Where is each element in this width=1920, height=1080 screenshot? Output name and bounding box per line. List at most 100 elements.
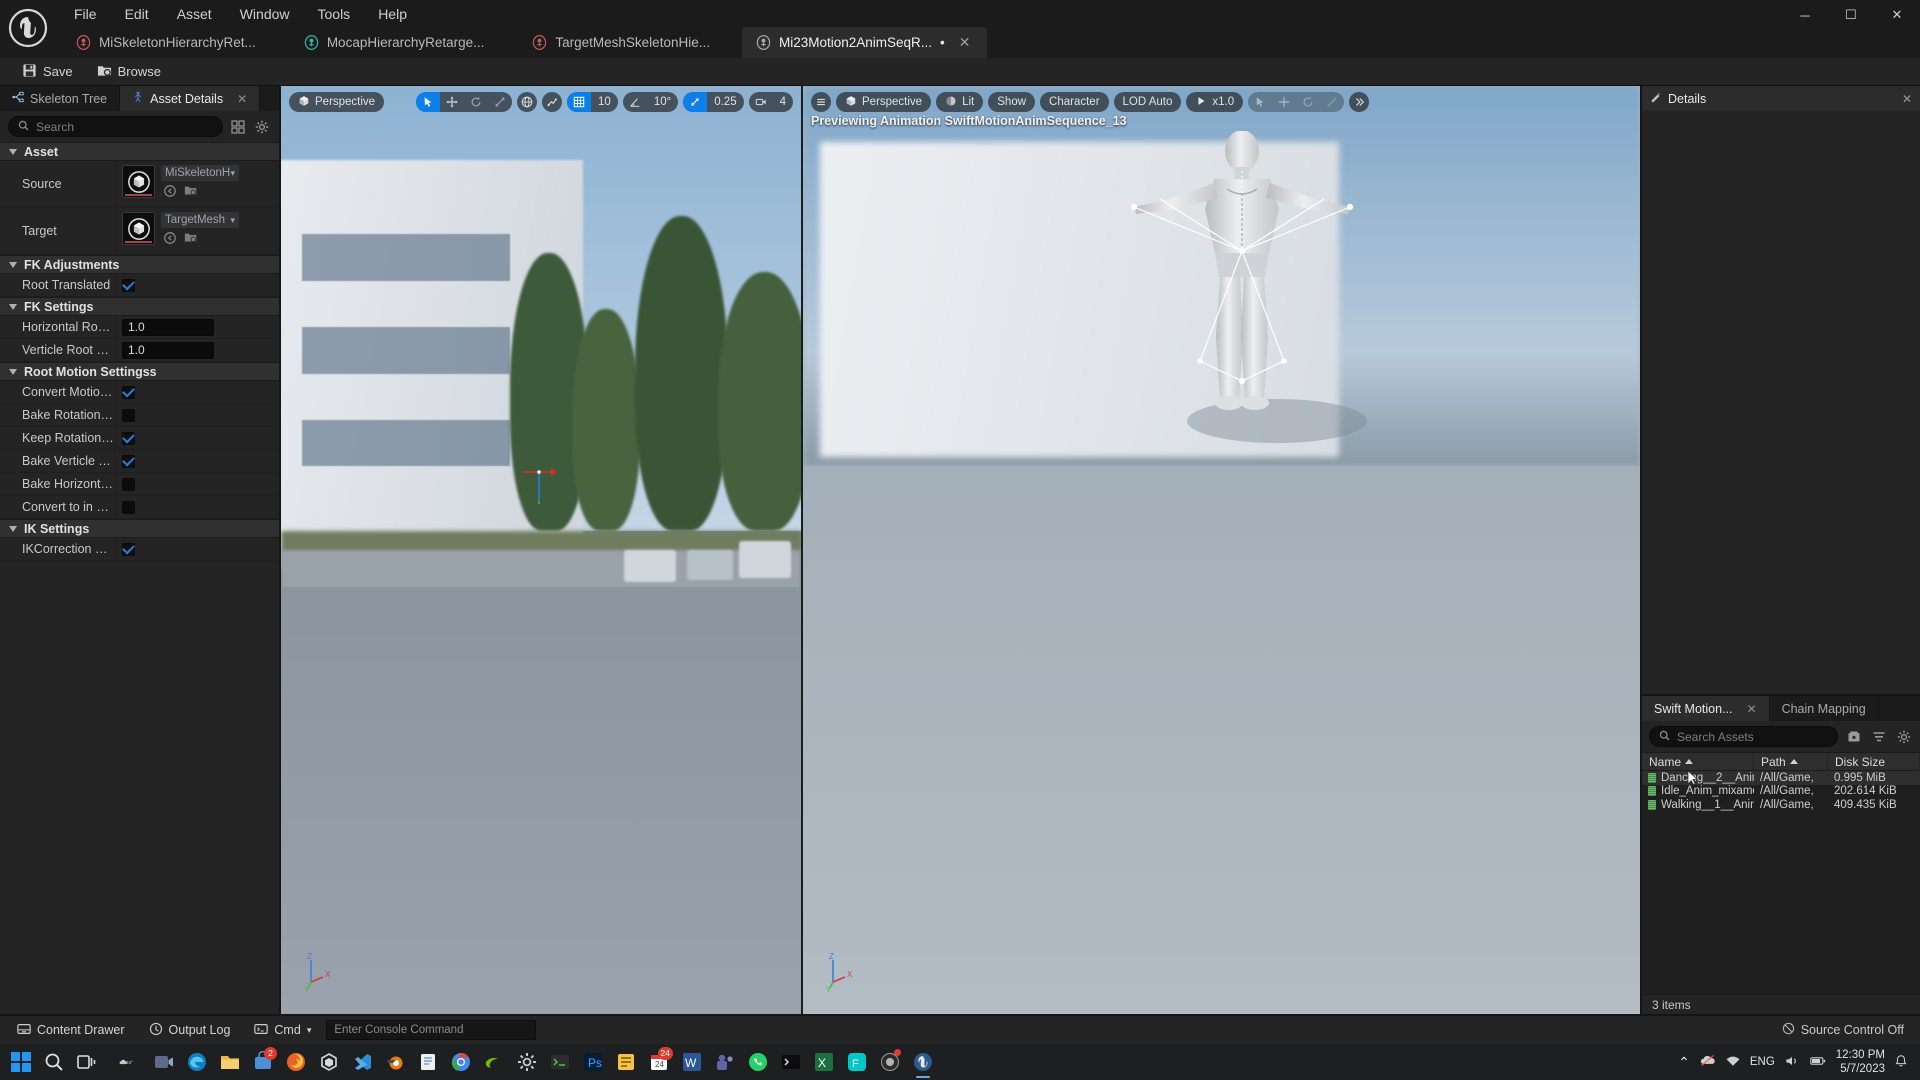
document-tab-mi23motion2animseq[interactable]: Mi23Motion2AnimSeqR... • ✕ [741,27,987,58]
browse-to-asset-icon[interactable] [163,184,177,201]
tray-onedrive-icon[interactable] [1699,1052,1716,1072]
rotate-tool-icon[interactable] [1296,92,1320,112]
viewport-menu-icon[interactable] [811,92,831,112]
weather-widget[interactable]: 24° [103,1046,147,1079]
import-icon[interactable] [1845,728,1863,746]
horizontal-root-offset-input[interactable]: 1.0 [122,318,214,336]
tab-swift-motion[interactable]: Swift Motion... ✕ [1642,696,1770,721]
scale-snap-value[interactable]: 0.25 [707,92,743,112]
select-tool-icon[interactable] [416,92,441,112]
browse-to-asset-icon[interactable] [163,231,177,248]
document-tab-targetmesh[interactable]: TargetMeshSkeletonHie... [518,27,726,58]
taskbar-clock[interactable]: 12:30 PM 5/7/2023 [1836,1048,1885,1077]
davinci-icon[interactable] [873,1046,906,1079]
grid-view-icon[interactable] [229,118,247,136]
settings-gear-icon[interactable] [1895,728,1913,746]
whatsapp-icon[interactable] [741,1046,774,1079]
tray-chevron-up-icon[interactable]: ⌃ [1678,1054,1690,1071]
transform-gizmo[interactable] [517,458,573,514]
tab-skeleton-tree[interactable]: Skeleton Tree [0,86,121,111]
photoshop-icon[interactable]: Ps [576,1046,609,1079]
menu-file[interactable]: File [60,3,111,25]
tab-asset-details[interactable]: Asset Details ✕ [120,86,261,111]
menu-edit[interactable]: Edit [111,3,163,25]
scale-tool-icon[interactable] [1320,92,1344,112]
column-header-name[interactable]: Name [1642,753,1754,770]
edge-browser-icon[interactable] [180,1046,213,1079]
tab-asset-details-close-icon[interactable]: ✕ [237,92,247,106]
chrome-icon[interactable] [444,1046,477,1079]
viewport-perspective-button[interactable]: Perspective [289,92,385,112]
source-asset-dropdown[interactable]: MiSkeletonH ▾ [161,165,239,181]
asset-search-box[interactable] [1649,726,1838,747]
table-row[interactable]: Walking__1__Anim /All/Game, 409.435 KiB [1642,798,1920,812]
bake-horizontal-translation-checkbox[interactable] [122,477,135,491]
close-button[interactable]: ✕ [1874,0,1920,30]
tray-battery-icon[interactable] [1809,1053,1827,1072]
settings-icon[interactable] [510,1046,543,1079]
document-tab-close-icon[interactable]: ✕ [959,34,971,51]
viewport-source[interactable]: Perspective 10 10° 0.25 4 Z X Y [281,86,801,1014]
viewport-target-perspective-button[interactable]: Perspective [836,92,932,112]
move-tool-icon[interactable] [1272,92,1296,112]
mesh-thumbnail-icon[interactable] [122,212,155,245]
target-asset-dropdown[interactable]: TargetMesh ▾ [161,212,239,228]
viewport-playrate-button[interactable]: x1.0 [1186,92,1244,112]
blender-icon[interactable] [378,1046,411,1079]
folder-search-icon[interactable] [184,184,198,201]
tray-network-icon[interactable] [1725,1053,1741,1072]
start-button[interactable] [4,1046,37,1079]
mesh-thumbnail-icon[interactable] [122,165,155,198]
surface-snap-icon[interactable] [542,92,563,112]
tray-volume-icon[interactable] [1784,1053,1800,1072]
cmd-icon[interactable] [774,1046,807,1079]
column-header-disk-size[interactable]: Disk Size [1828,753,1920,770]
viewport-overflow-icon[interactable] [1349,92,1370,112]
cmd-dropdown-button[interactable]: Cmd ▾ [245,1019,320,1042]
excel-icon[interactable]: X [807,1046,840,1079]
viewport-show-button[interactable]: Show [988,92,1036,112]
viewport-target[interactable]: Previewing Animation SwiftMotionAnimSequ… [803,86,1640,1014]
details-panel-close-icon[interactable]: ✕ [1902,92,1912,106]
angle-snap-icon[interactable] [623,92,647,112]
console-command-input[interactable]: Enter Console Command [326,1020,537,1040]
column-header-path[interactable]: Path [1754,753,1828,770]
category-ik-settings[interactable]: IK Settings [0,519,279,538]
output-log-button[interactable]: Output Log [140,1019,240,1042]
table-row[interactable]: Idle_Anim_mixamo /All/Game, 202.614 KiB [1642,785,1920,799]
camera-icon[interactable] [749,92,773,112]
minimize-button[interactable]: ─ [1782,0,1828,30]
table-row[interactable]: Dancing__2__Anim /All/Game, 0.995 MiB [1642,771,1920,786]
scale-snap-icon[interactable] [683,92,708,112]
document-tab-mocap[interactable]: MocapHierarchyRetarge... [290,27,501,58]
unreal-engine-icon[interactable] [906,1046,939,1079]
store-icon[interactable]: 2 [246,1046,279,1079]
category-fk-adjustments[interactable]: FK Adjustments [0,255,279,274]
search-input[interactable] [36,119,213,134]
calendar-icon[interactable]: 24 24 [642,1046,675,1079]
rotate-tool-icon[interactable] [464,92,488,112]
vscode-icon[interactable] [345,1046,378,1079]
tab-chain-mapping[interactable]: Chain Mapping [1770,696,1879,721]
viewport-lod-button[interactable]: LOD Auto [1113,92,1182,112]
viewport-lit-button[interactable]: Lit [936,92,984,112]
convert-to-in-place-checkbox[interactable] [122,500,135,514]
scale-tool-icon[interactable] [488,92,512,112]
root-translated-checkbox[interactable] [122,278,135,292]
search-box[interactable] [8,116,223,137]
category-fk-settings[interactable]: FK Settings [0,297,279,316]
word-icon[interactable]: W [675,1046,708,1079]
menu-asset[interactable]: Asset [163,3,226,25]
maximize-button[interactable]: ☐ [1828,0,1874,30]
category-asset[interactable]: Asset [0,142,279,161]
file-explorer-icon[interactable] [213,1046,246,1079]
filter-icon[interactable] [1870,728,1888,746]
nvidia-icon[interactable] [477,1046,510,1079]
select-tool-icon[interactable] [1248,92,1272,112]
grid-snap-icon[interactable] [567,92,592,112]
content-drawer-button[interactable]: Content Drawer [8,1019,134,1042]
filmora-icon[interactable]: F [840,1046,873,1079]
menu-help[interactable]: Help [364,3,421,25]
notepad-icon[interactable] [411,1046,444,1079]
browse-button[interactable]: Browse [87,60,171,84]
